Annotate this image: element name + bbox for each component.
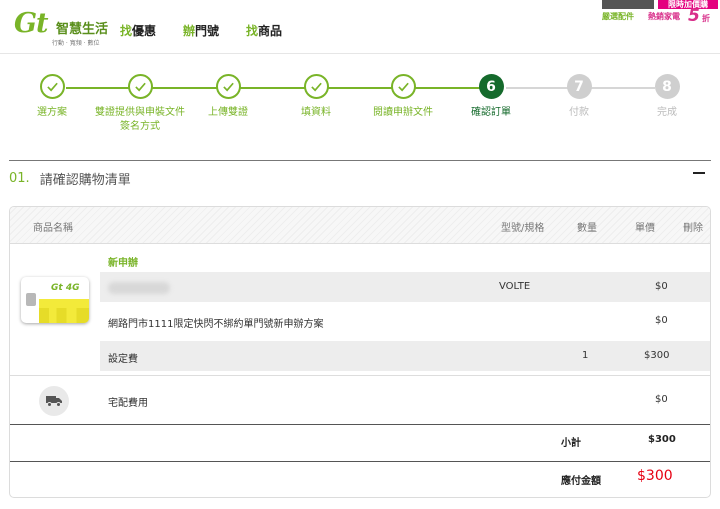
checkout-progress: 選方案 雙證提供與申裝文件簽名方式 上傳雙證 填資料 閱讀申辦文件 6 確認訂單 7 付款 8 完成 [0, 72, 720, 142]
nav-apply-number[interactable]: 辦門號 [183, 22, 219, 39]
total-label: 應付金額 [561, 476, 601, 487]
col-name: 商品名稱 [33, 223, 73, 234]
table-row: 設定費 1 $300 [100, 341, 710, 371]
section-title: 請確認購物清單 [39, 173, 131, 188]
row-price: $0 [655, 281, 668, 292]
promo-suffix: 折 [702, 14, 710, 23]
col-price: 單價 [635, 223, 655, 234]
brand-name: 智慧生活 [56, 22, 109, 37]
row-name: 網路門市1111限定快閃不綁約單門號新申辦方案 [108, 319, 324, 330]
step-7: 7 付款 [534, 74, 624, 120]
step-label: 填資料 [301, 107, 331, 118]
phone-number-redacted [108, 282, 170, 294]
subtotal-divider [10, 424, 710, 425]
col-qty: 數量 [577, 223, 597, 234]
row-divider [10, 375, 710, 376]
check-icon [39, 74, 65, 99]
step-label: 完成 [657, 107, 677, 118]
shipping-row: 宅配費用 $0 [100, 387, 710, 413]
nav-find-products[interactable]: 找商品 [246, 22, 282, 39]
brand-tagline: 行動 · 寬頻 · 數位 [52, 40, 100, 47]
step-4[interactable]: 填資料 [271, 74, 361, 120]
step-2[interactable]: 雙證提供與申裝文件簽名方式 [95, 74, 185, 134]
promo-line2: 熱銷家電 [648, 12, 680, 21]
collapse-icon[interactable] [693, 172, 705, 174]
total-divider [10, 461, 710, 462]
shipping-price: $0 [655, 394, 668, 405]
step-5[interactable]: 閱讀申辦文件 [358, 74, 448, 120]
col-delete: 刪除 [683, 223, 703, 234]
step-label: 雙證提供與申裝文件簽名方式 [95, 107, 185, 132]
promo-banner[interactable]: 限時加價購 嚴選配件 熱銷家電 5 折 [602, 0, 720, 30]
row-model: VOLTE [499, 281, 531, 292]
row-price: $300 [644, 350, 670, 361]
step-number: 6 [478, 74, 504, 99]
row-name: 設定費 [108, 354, 138, 365]
step-number: 7 [566, 74, 592, 99]
nav-find-offers[interactable]: 找優惠 [120, 22, 156, 39]
step-number: 8 [654, 74, 680, 99]
col-model: 型號/規格 [501, 223, 545, 234]
subtotal-value: $300 [648, 434, 676, 445]
subtotal-label: 小計 [561, 438, 581, 449]
step-8: 8 完成 [622, 74, 712, 120]
step-3[interactable]: 上傳雙證 [183, 74, 273, 120]
card-logo: Gt 4G [51, 283, 80, 293]
table-row: VOLTE $0 [100, 272, 710, 302]
cart-table: 商品名稱 型號/規格 數量 單價 刪除 Gt 4G 新申辦 VOLTE $0 網… [9, 206, 711, 498]
check-icon [215, 74, 241, 99]
sim-card-image: Gt 4G [21, 277, 89, 323]
table-header: 商品名稱 型號/規格 數量 單價 刪除 [10, 207, 710, 244]
package-title: 新申辦 [108, 258, 138, 269]
shipping-label: 宅配費用 [108, 398, 148, 409]
table-row: 網路門市1111限定快閃不綁約單門號新申辦方案 $0 [100, 303, 710, 339]
brand-logo[interactable]: Gt 智慧生活 行動 · 寬頻 · 數位 [14, 8, 114, 48]
check-icon [303, 74, 329, 99]
step-label: 選方案 [37, 107, 67, 118]
logo-mark: Gt [14, 8, 49, 39]
step-6: 6 確認訂單 [446, 74, 536, 120]
step-label: 閱讀申辦文件 [373, 107, 433, 118]
sim-chip-icon [26, 293, 36, 306]
truck-icon [39, 386, 69, 416]
check-icon [390, 74, 416, 99]
promo-line1: 嚴選配件 [602, 12, 634, 21]
step-label: 付款 [569, 107, 589, 118]
total-value: $300 [637, 468, 673, 484]
promo-number: 5 [688, 6, 700, 26]
row-price: $0 [655, 315, 668, 326]
site-header: Gt 智慧生活 行動 · 寬頻 · 數位 找優惠 辦門號 找商品 限時加價購 嚴… [0, 0, 720, 54]
step-label: 確認訂單 [471, 107, 511, 118]
promo-graphic [602, 0, 654, 9]
section-number: 01. [9, 171, 30, 186]
step-label: 上傳雙證 [208, 107, 248, 118]
step-1[interactable]: 選方案 [7, 74, 97, 120]
section-header: 01. 請確認購物清單 [9, 160, 711, 196]
row-qty: 1 [582, 350, 589, 361]
check-icon [127, 74, 153, 99]
